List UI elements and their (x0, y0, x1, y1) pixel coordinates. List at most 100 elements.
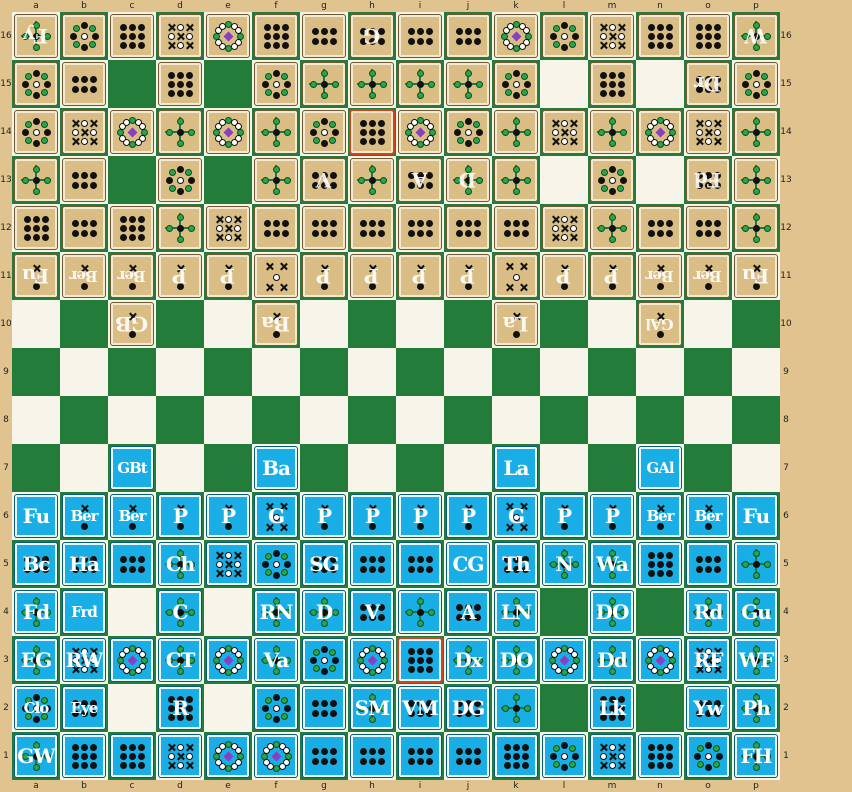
white-piece-g3[interactable] (303, 639, 345, 681)
white-piece-k1[interactable] (495, 735, 537, 777)
square-e1[interactable] (204, 732, 252, 780)
square-l2[interactable] (540, 684, 588, 732)
white-piece-h2[interactable]: SM (351, 687, 393, 729)
white-piece-g6[interactable]: P (303, 495, 345, 537)
white-piece-i4[interactable] (399, 591, 441, 633)
white-piece-g2[interactable] (303, 687, 345, 729)
white-piece-k6[interactable]: G (495, 495, 537, 537)
white-piece-d2[interactable]: R (159, 687, 201, 729)
white-piece-i1[interactable] (399, 735, 441, 777)
white-piece-d6[interactable]: P (159, 495, 201, 537)
square-b15[interactable] (60, 60, 108, 108)
square-b1[interactable] (60, 732, 108, 780)
square-b6[interactable]: Ber (60, 492, 108, 540)
square-c8[interactable] (108, 396, 156, 444)
square-p6[interactable]: Fu (732, 492, 780, 540)
black-piece-i11[interactable]: P (399, 255, 441, 297)
white-piece-h5[interactable] (351, 543, 393, 585)
black-piece-l14[interactable] (543, 111, 585, 153)
black-piece-p13[interactable] (735, 159, 777, 201)
black-piece-n12[interactable] (639, 207, 681, 249)
square-c11[interactable]: Ber (108, 252, 156, 300)
square-h7[interactable] (348, 444, 396, 492)
black-piece-p14[interactable] (735, 111, 777, 153)
black-piece-b13[interactable] (63, 159, 105, 201)
white-piece-f2[interactable] (255, 687, 297, 729)
square-c4[interactable] (108, 588, 156, 636)
white-piece-j3[interactable]: Dx (447, 639, 489, 681)
black-piece-j16[interactable] (447, 15, 489, 57)
black-piece-f10[interactable]: Ba (255, 303, 297, 345)
square-d16[interactable] (156, 12, 204, 60)
black-piece-k16[interactable] (495, 15, 537, 57)
square-n7[interactable]: GAl (636, 444, 684, 492)
white-piece-i6[interactable]: P (399, 495, 441, 537)
square-c1[interactable] (108, 732, 156, 780)
square-p11[interactable]: Fu (732, 252, 780, 300)
black-piece-k10[interactable]: La (495, 303, 537, 345)
white-piece-k4[interactable]: LN (495, 591, 537, 633)
square-c7[interactable]: GBt (108, 444, 156, 492)
black-piece-h11[interactable]: P (351, 255, 393, 297)
square-d5[interactable]: Ch (156, 540, 204, 588)
white-piece-h4[interactable]: V (351, 591, 393, 633)
black-piece-h13[interactable] (351, 159, 393, 201)
square-k4[interactable]: LN (492, 588, 540, 636)
white-piece-o2[interactable]: Yw (687, 687, 729, 729)
square-a8[interactable] (12, 396, 60, 444)
white-piece-n5[interactable] (639, 543, 681, 585)
square-j11[interactable]: P (444, 252, 492, 300)
black-piece-g15[interactable] (303, 63, 345, 105)
square-o8[interactable] (684, 396, 732, 444)
black-piece-m11[interactable]: P (591, 255, 633, 297)
square-e7[interactable] (204, 444, 252, 492)
black-piece-f14[interactable] (255, 111, 297, 153)
black-piece-p11[interactable]: Fu (735, 255, 777, 297)
square-c6[interactable]: Ber (108, 492, 156, 540)
square-e10[interactable] (204, 300, 252, 348)
square-h12[interactable] (348, 204, 396, 252)
square-d7[interactable] (156, 444, 204, 492)
white-piece-f6[interactable]: G (255, 495, 297, 537)
white-piece-l3[interactable] (543, 639, 585, 681)
square-e15[interactable] (204, 60, 252, 108)
square-i12[interactable] (396, 204, 444, 252)
black-piece-o13[interactable]: Fd (687, 159, 729, 201)
white-piece-h6[interactable]: P (351, 495, 393, 537)
square-g11[interactable]: P (300, 252, 348, 300)
square-g2[interactable] (300, 684, 348, 732)
black-piece-o12[interactable] (687, 207, 729, 249)
white-piece-g1[interactable] (303, 735, 345, 777)
square-i11[interactable]: P (396, 252, 444, 300)
square-l15[interactable] (540, 60, 588, 108)
black-piece-o15[interactable]: Dr (687, 63, 729, 105)
white-piece-p1[interactable]: FH (735, 735, 777, 777)
white-piece-a3[interactable]: EG (15, 639, 57, 681)
square-n14[interactable] (636, 108, 684, 156)
square-n3[interactable] (636, 636, 684, 684)
square-h16[interactable]: G (348, 12, 396, 60)
black-piece-d14[interactable] (159, 111, 201, 153)
white-piece-g4[interactable]: D (303, 591, 345, 633)
square-k9[interactable] (492, 348, 540, 396)
square-j12[interactable] (444, 204, 492, 252)
square-l12[interactable] (540, 204, 588, 252)
square-d10[interactable] (156, 300, 204, 348)
black-piece-p15[interactable] (735, 63, 777, 105)
white-piece-j5[interactable]: CG (447, 543, 489, 585)
white-piece-k3[interactable]: DO (495, 639, 537, 681)
square-l16[interactable] (540, 12, 588, 60)
white-piece-a1[interactable]: GW (15, 735, 57, 777)
black-piece-k13[interactable] (495, 159, 537, 201)
square-e8[interactable] (204, 396, 252, 444)
black-piece-o11[interactable]: Ber (687, 255, 729, 297)
square-e9[interactable] (204, 348, 252, 396)
black-piece-b11[interactable]: Ber (63, 255, 105, 297)
black-piece-i15[interactable] (399, 63, 441, 105)
square-f6[interactable]: G (252, 492, 300, 540)
white-piece-h3[interactable] (351, 639, 393, 681)
square-g8[interactable] (300, 396, 348, 444)
white-piece-m1[interactable] (591, 735, 633, 777)
square-k12[interactable] (492, 204, 540, 252)
square-j4[interactable]: A (444, 588, 492, 636)
